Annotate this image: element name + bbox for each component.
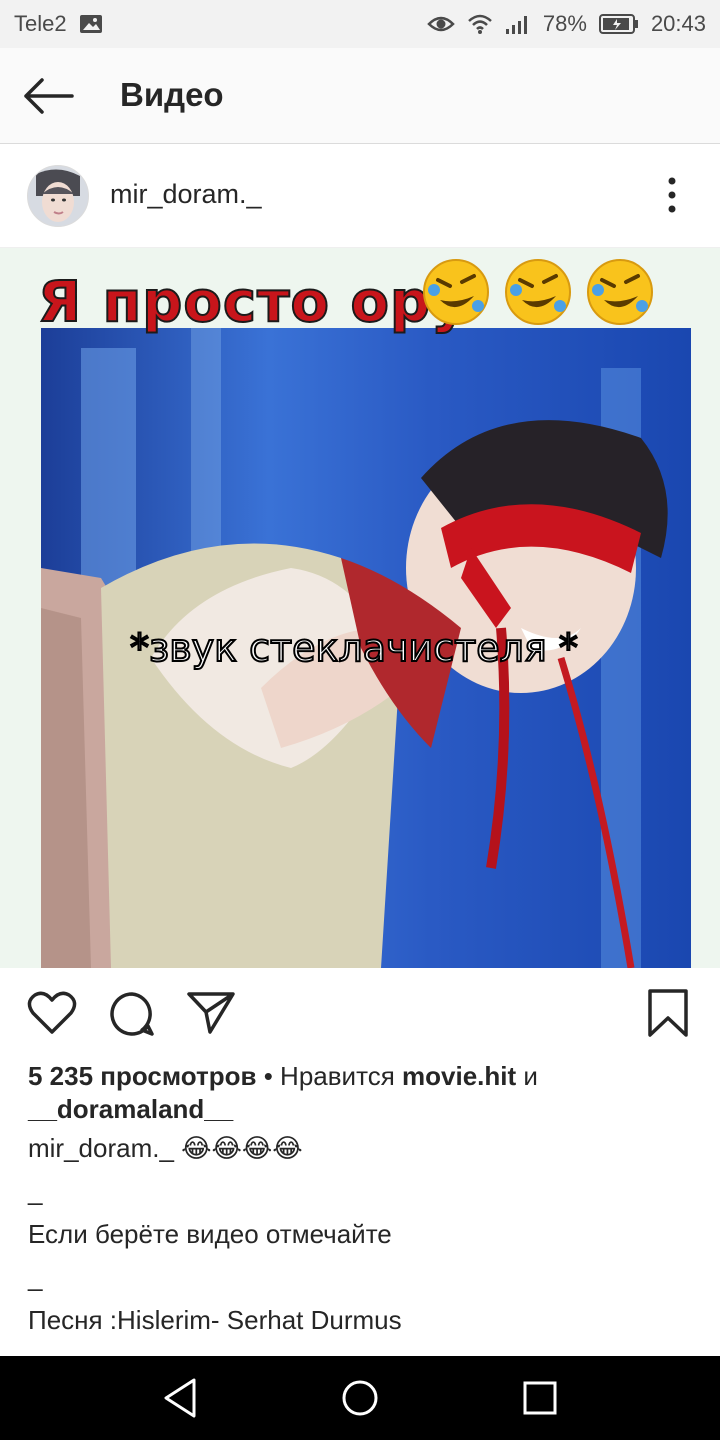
caption-text: Песня :Hislerim- Serhat Durmus: [28, 1305, 402, 1335]
recents-square-icon: [523, 1381, 557, 1415]
post-header: mir_doram._: [0, 145, 720, 248]
heart-icon: [27, 991, 77, 1034]
more-options-button[interactable]: [658, 175, 686, 215]
clock: 20:43: [650, 11, 706, 36]
save-button[interactable]: [646, 988, 690, 1043]
back-button[interactable]: [22, 76, 74, 116]
post-username[interactable]: mir_doram._: [110, 179, 262, 210]
carrier-label: Tele2: [14, 11, 67, 36]
system-back-button[interactable]: [160, 1376, 200, 1425]
system-nav-bar: [0, 1356, 720, 1440]
comment-icon: [110, 992, 154, 1036]
liked-and: и: [523, 1061, 538, 1091]
like-button[interactable]: [27, 990, 77, 1041]
post-details: 5 235 просмотров • Нравится movie.hit и …: [28, 1060, 698, 1380]
system-home-button[interactable]: [340, 1376, 380, 1425]
battery-icon: [598, 13, 639, 35]
app-bar: Видео: [0, 48, 720, 144]
video-player[interactable]: Я просто ору *звук стеклачистеля *: [0, 248, 720, 968]
caption-text: _: [28, 1262, 43, 1292]
signal-icon: [505, 13, 531, 35]
caption-username[interactable]: mir_doram._: [28, 1133, 174, 1163]
wifi-icon: [467, 13, 493, 35]
bookmark-icon: [648, 989, 688, 1037]
comment-button[interactable]: [108, 990, 156, 1043]
views-count[interactable]: 5 235 просмотров: [28, 1061, 256, 1091]
caption-text: Если берёте видео отмечайте: [28, 1219, 392, 1249]
post-actions: [0, 968, 720, 1060]
liked-prefix: • Нравится: [263, 1061, 395, 1091]
share-icon: [187, 992, 235, 1034]
eye-icon: [427, 14, 455, 34]
caption-line: mir_doram._ 😂😂😂😂: [28, 1132, 698, 1165]
views-likes-line: 5 235 просмотров • Нравится movie.hit и …: [28, 1060, 698, 1126]
page-title: Видео: [120, 76, 224, 113]
back-triangle-icon: [164, 1378, 196, 1418]
more-vertical-icon: [668, 177, 676, 213]
liked-by-user-2[interactable]: __doramaland__: [28, 1094, 233, 1124]
video-overlay-text: *звук стеклачистеля *: [129, 625, 579, 671]
caption-emoji: 😂😂😂😂: [181, 1133, 303, 1163]
laughing-emoji-group: [420, 256, 656, 328]
status-bar: Tele2 78% 20:43: [0, 0, 720, 48]
share-button[interactable]: [186, 990, 236, 1041]
video-title-text: Я просто ору: [37, 269, 469, 336]
rolling-laugh-emoji-icon: [587, 259, 653, 325]
rolling-laugh-emoji-icon: [423, 259, 489, 325]
liked-by-user[interactable]: movie.hit: [402, 1061, 516, 1091]
home-circle-icon: [342, 1380, 378, 1416]
rolling-laugh-emoji-icon: [505, 259, 571, 325]
caption-text: _: [28, 1176, 43, 1206]
arrow-left-icon: [24, 78, 74, 114]
avatar[interactable]: [27, 165, 89, 227]
system-recents-button[interactable]: [520, 1376, 560, 1425]
gallery-icon: [79, 13, 103, 35]
battery-percent: 78%: [542, 11, 587, 36]
